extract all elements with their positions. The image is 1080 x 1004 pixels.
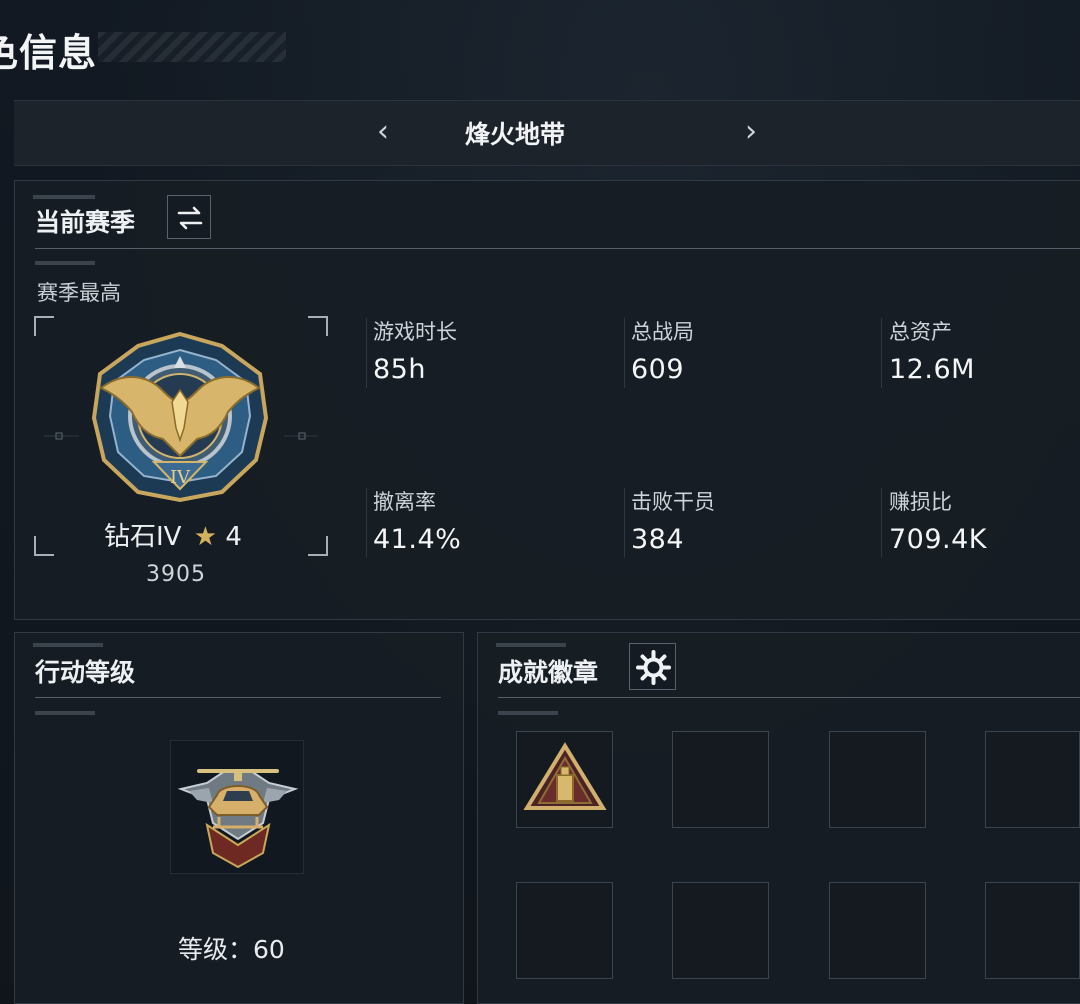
season-header-line [35, 248, 1080, 249]
stat-label-play-time: 游戏时长 [373, 320, 457, 344]
season-best-label: 赛季最高 [37, 281, 121, 305]
stat-divider [366, 488, 367, 558]
achievement-badge-slot[interactable] [672, 731, 769, 828]
star-icon: ★ [193, 522, 218, 552]
stat-divider [366, 318, 367, 388]
page-title: 色信息 [0, 31, 98, 75]
achievement-badge-slot[interactable] [985, 882, 1080, 979]
game-mode-title: 烽火地带 [464, 120, 565, 149]
swap-arrows-glyph [177, 206, 203, 230]
game-mode-switcher: ‹ 烽火地带 › [14, 100, 1080, 166]
stat-label-operators-defeated: 击败干员 [631, 490, 715, 514]
panel-mark [496, 643, 566, 647]
stat-value-operators-defeated: 384 [631, 524, 685, 555]
achievement-badge-slot[interactable] [829, 882, 926, 979]
achievement-header-mark [498, 711, 558, 715]
achievement-badge-slot[interactable] [672, 882, 769, 979]
achievement-badge-slot[interactable] [985, 731, 1080, 828]
operation-header-mark [35, 711, 95, 715]
stat-label-total-assets: 总资产 [889, 320, 952, 344]
rank-score: 3905 [146, 562, 206, 587]
svg-text:IV: IV [170, 467, 191, 488]
operation-level-label: 等级： [178, 935, 254, 964]
season-header-mark [35, 261, 95, 265]
panel-mark [33, 195, 95, 199]
operation-level-row: 等级：60 [178, 930, 285, 966]
season-title: 当前赛季 [35, 208, 136, 237]
triangle-badge-icon [523, 742, 607, 810]
stat-divider [881, 488, 882, 558]
swap-arrows-icon[interactable] [167, 195, 211, 239]
stat-divider [881, 318, 882, 388]
operation-emblem-box [170, 740, 304, 874]
rank-name-row: 钻石IV ★ 4 [104, 516, 242, 553]
operation-header-line [35, 697, 441, 698]
title-stripes-decoration [98, 32, 286, 62]
helicopter-emblem-icon [177, 769, 299, 869]
stat-divider [624, 318, 625, 388]
stat-label-profit-loss-ratio: 赚损比 [889, 490, 952, 514]
stat-label-total-matches: 总战局 [631, 320, 694, 344]
stat-value-extraction-rate: 41.4% [373, 524, 462, 555]
stat-value-total-matches: 609 [631, 354, 685, 385]
achievement-header-line [498, 697, 1080, 698]
gear-icon[interactable] [629, 643, 676, 690]
stat-value-play-time: 85h [373, 354, 426, 385]
stat-label-extraction-rate: 撤离率 [373, 490, 436, 514]
operation-level-title: 行动等级 [35, 658, 136, 687]
achievement-badge-slot[interactable] [516, 731, 613, 828]
achievement-badge-slot[interactable] [829, 731, 926, 828]
panel-mark [33, 643, 103, 647]
stat-divider [624, 488, 625, 558]
gear-glyph [636, 650, 671, 685]
rank-name: 钻石IV [104, 522, 182, 552]
achievement-title: 成就徽章 [498, 658, 599, 687]
stat-value-total-assets: 12.6M [889, 354, 975, 385]
operation-level-value: 60 [253, 935, 285, 964]
chevron-right-icon[interactable]: › [734, 115, 768, 149]
achievement-badge-slot[interactable] [516, 882, 613, 979]
stat-value-profit-loss-ratio: 709.4K [889, 524, 988, 555]
rank-stars: 4 [225, 522, 242, 552]
